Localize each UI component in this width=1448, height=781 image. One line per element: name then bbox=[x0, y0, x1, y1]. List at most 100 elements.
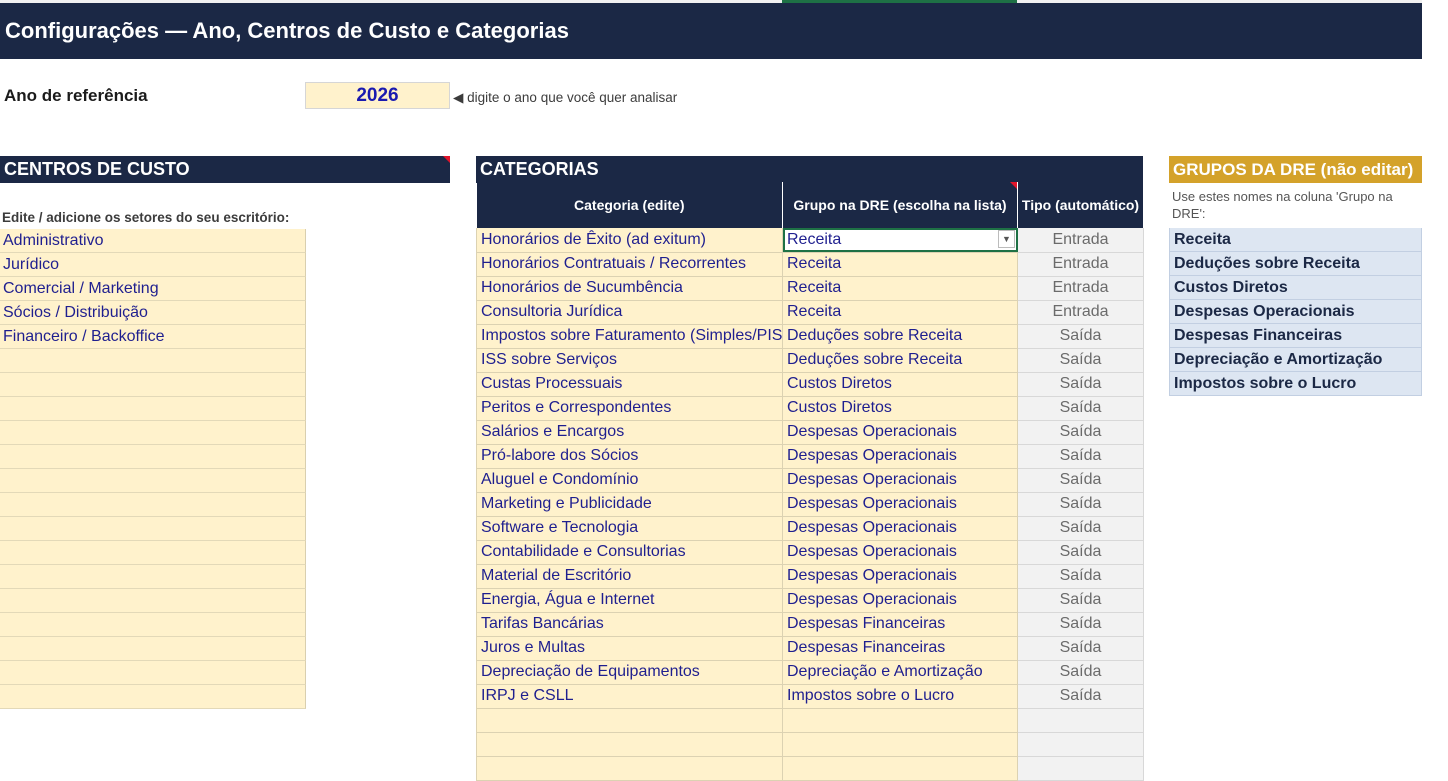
cost-center-cell[interactable] bbox=[0, 685, 306, 709]
table-row: Peritos e Correspondentes Custos Diretos S… bbox=[476, 396, 1144, 421]
category-cell[interactable]: Honorários Contratuais / Recorrentes bbox=[476, 252, 783, 277]
cost-center-cell[interactable] bbox=[0, 541, 306, 565]
cost-center-cell[interactable] bbox=[0, 661, 306, 685]
dre-group-item: Receita bbox=[1169, 228, 1422, 252]
category-cell[interactable]: Custas Processuais bbox=[476, 372, 783, 397]
dre-group-cell[interactable]: Receita ▼ bbox=[782, 228, 1018, 253]
dre-group-cell[interactable]: Despesas Operacionais bbox=[782, 444, 1018, 469]
table-row: Salários e Encargos Despesas Operacionais… bbox=[476, 420, 1144, 445]
dre-group-cell[interactable]: Despesas Operacionais bbox=[782, 588, 1018, 613]
year-hint: ◀ digite o ano que você quer analisar bbox=[453, 90, 678, 105]
category-cell[interactable] bbox=[476, 756, 783, 781]
table-row: Juros e Multas Despesas Financeiras Saída bbox=[476, 636, 1144, 661]
dre-group-cell[interactable] bbox=[782, 732, 1018, 757]
cost-center-cell[interactable]: Financeiro / Backoffice bbox=[0, 325, 306, 349]
cost-center-cell[interactable] bbox=[0, 637, 306, 661]
dre-group-item: Impostos sobre o Lucro bbox=[1169, 372, 1422, 396]
cost-center-cell[interactable]: Sócios / Distribuição bbox=[0, 301, 306, 325]
cost-center-cell[interactable] bbox=[0, 613, 306, 637]
column-header-grupo: Grupo na DRE (escolha na lista) bbox=[782, 182, 1018, 228]
chevron-down-icon[interactable]: ▼ bbox=[998, 230, 1015, 248]
cost-center-cell[interactable] bbox=[0, 565, 306, 589]
category-cell[interactable]: Impostos sobre Faturamento (Simples/PIS bbox=[476, 324, 783, 349]
category-cell[interactable]: ISS sobre Serviços bbox=[476, 348, 783, 373]
cost-center-cell[interactable]: Administrativo bbox=[0, 229, 306, 253]
categories-title: CATEGORIAS bbox=[480, 159, 599, 179]
dre-group-cell[interactable]: Despesas Operacionais bbox=[782, 564, 1018, 589]
table-row: Marketing e Publicidade Despesas Operacio… bbox=[476, 492, 1144, 517]
fill-handle[interactable] bbox=[1015, 249, 1017, 251]
table-row: Material de Escritório Despesas Operacion… bbox=[476, 564, 1144, 589]
cost-center-cell[interactable]: Comercial / Marketing bbox=[0, 277, 306, 301]
table-row bbox=[476, 756, 1144, 781]
dre-group-cell[interactable]: Despesas Operacionais bbox=[782, 420, 1018, 445]
cost-center-cell[interactable] bbox=[0, 445, 306, 469]
category-cell[interactable]: Contabilidade e Consultorias bbox=[476, 540, 783, 565]
category-cell[interactable]: Energia, Água e Internet bbox=[476, 588, 783, 613]
table-row: Energia, Água e Internet Despesas Operaci… bbox=[476, 588, 1144, 613]
category-cell[interactable]: Aluguel e Condomínio bbox=[476, 468, 783, 493]
categories-table: Categoria (edite) Grupo na DRE (escolha … bbox=[476, 182, 1144, 781]
dre-group-cell[interactable]: Despesas Operacionais bbox=[782, 468, 1018, 493]
dre-group-item: Custos Diretos bbox=[1169, 276, 1422, 300]
cost-center-cell[interactable] bbox=[0, 349, 306, 373]
dre-group-cell[interactable]: Impostos sobre o Lucro bbox=[782, 684, 1018, 709]
category-cell[interactable]: Software e Tecnologia bbox=[476, 516, 783, 541]
dre-group-cell[interactable]: Custos Diretos bbox=[782, 372, 1018, 397]
category-cell[interactable]: Honorários de Sucumbência bbox=[476, 276, 783, 301]
dre-group-cell[interactable]: Receita bbox=[782, 300, 1018, 325]
category-cell[interactable] bbox=[476, 732, 783, 757]
dre-groups-hint: Use estes nomes na coluna 'Grupo na DRE'… bbox=[1172, 189, 1393, 221]
table-row: Contabilidade e Consultorias Despesas Ope… bbox=[476, 540, 1144, 565]
category-cell[interactable]: Depreciação de Equipamentos bbox=[476, 660, 783, 685]
category-cell[interactable]: Material de Escritório bbox=[476, 564, 783, 589]
category-cell[interactable] bbox=[476, 708, 783, 733]
dre-group-cell[interactable]: Despesas Financeiras bbox=[782, 612, 1018, 637]
category-cell[interactable]: Marketing e Publicidade bbox=[476, 492, 783, 517]
dre-group-cell[interactable] bbox=[782, 756, 1018, 781]
column-header-grupo-label: Grupo na DRE (escolha na lista) bbox=[793, 197, 1007, 213]
type-cell: Saída bbox=[1017, 420, 1144, 445]
dre-group-cell[interactable] bbox=[782, 708, 1018, 733]
column-header-categoria: Categoria (edite) bbox=[476, 182, 783, 228]
cost-center-cell[interactable] bbox=[0, 469, 306, 493]
type-cell: Saída bbox=[1017, 516, 1144, 541]
dre-group-cell[interactable]: Despesas Operacionais bbox=[782, 492, 1018, 517]
table-row: Custas Processuais Custos Diretos Saída bbox=[476, 372, 1144, 397]
category-cell[interactable]: Honorários de Êxito (ad exitum) bbox=[476, 228, 783, 253]
category-cell[interactable]: IRPJ e CSLL bbox=[476, 684, 783, 709]
year-input[interactable]: 2026 bbox=[305, 82, 450, 109]
cost-center-cell[interactable]: Jurídico bbox=[0, 253, 306, 277]
category-cell[interactable]: Salários e Encargos bbox=[476, 420, 783, 445]
dre-group-item: Despesas Operacionais bbox=[1169, 300, 1422, 324]
type-cell: Entrada bbox=[1017, 300, 1144, 325]
dre-group-cell[interactable]: Depreciação e Amortização bbox=[782, 660, 1018, 685]
table-row: Consultoria Jurídica Receita Entrada bbox=[476, 300, 1144, 325]
dre-group-cell[interactable]: Receita bbox=[782, 276, 1018, 301]
table-row: Aluguel e Condomínio Despesas Operacionai… bbox=[476, 468, 1144, 493]
dre-group-cell[interactable]: Despesas Operacionais bbox=[782, 516, 1018, 541]
cost-center-cell[interactable] bbox=[0, 493, 306, 517]
category-cell[interactable]: Consultoria Jurídica bbox=[476, 300, 783, 325]
type-cell: Saída bbox=[1017, 684, 1144, 709]
cost-center-cell[interactable] bbox=[0, 517, 306, 541]
dre-group-cell[interactable]: Deduções sobre Receita bbox=[782, 324, 1018, 349]
type-cell: Saída bbox=[1017, 660, 1144, 685]
dre-group-cell[interactable]: Deduções sobre Receita bbox=[782, 348, 1018, 373]
category-cell[interactable]: Tarifas Bancárias bbox=[476, 612, 783, 637]
type-cell: Entrada bbox=[1017, 276, 1144, 301]
cost-center-cell[interactable] bbox=[0, 397, 306, 421]
dre-group-cell[interactable]: Despesas Operacionais bbox=[782, 540, 1018, 565]
category-cell[interactable]: Juros e Multas bbox=[476, 636, 783, 661]
category-cell[interactable]: Peritos e Correspondentes bbox=[476, 396, 783, 421]
dre-group-cell[interactable]: Despesas Financeiras bbox=[782, 636, 1018, 661]
column-header-tipo: Tipo (automático) bbox=[1017, 182, 1144, 228]
cost-center-cell[interactable] bbox=[0, 421, 306, 445]
cost-centers-header: CENTROS DE CUSTO bbox=[0, 156, 450, 183]
cost-center-cell[interactable] bbox=[0, 373, 306, 397]
category-cell[interactable]: Pró-labore dos Sócios bbox=[476, 444, 783, 469]
dre-group-cell[interactable]: Custos Diretos bbox=[782, 396, 1018, 421]
type-cell: Saída bbox=[1017, 564, 1144, 589]
dre-group-cell[interactable]: Receita bbox=[782, 252, 1018, 277]
cost-center-cell[interactable] bbox=[0, 589, 306, 613]
